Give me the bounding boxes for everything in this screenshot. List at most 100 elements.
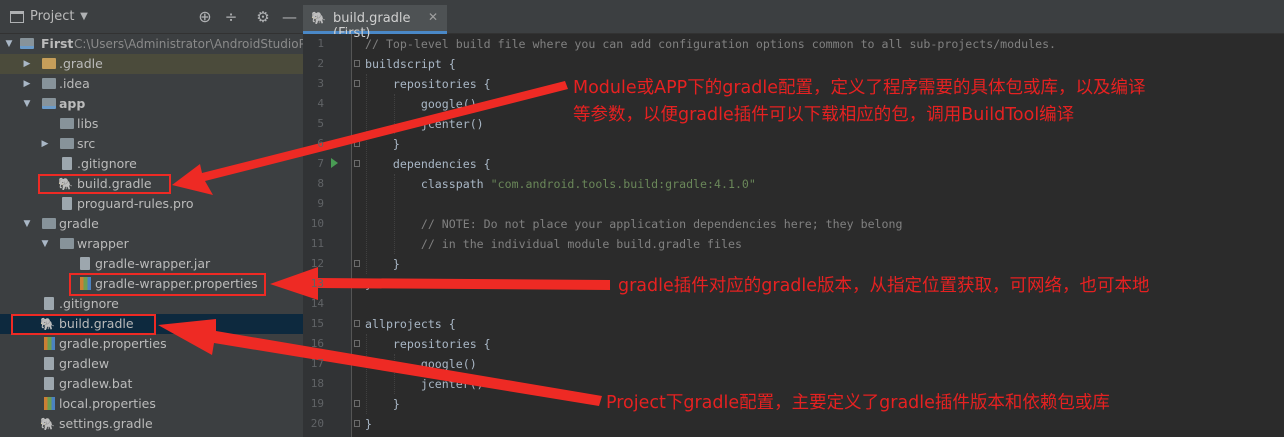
line-number: 19: [310, 397, 324, 410]
file-icon: [44, 357, 54, 370]
line-number: 9: [317, 197, 324, 210]
folder-icon: [42, 58, 56, 69]
close-icon[interactable]: ✕: [428, 10, 438, 24]
tree-item-label: app: [59, 96, 86, 111]
tree-item-settings-gradle[interactable]: 🐘 settings.gradle: [0, 414, 303, 434]
properties-file-icon: [44, 397, 55, 410]
fold-marker-icon[interactable]: [354, 340, 360, 347]
code-line[interactable]: }: [365, 394, 400, 414]
fold-marker-icon[interactable]: [354, 60, 360, 67]
gear-icon[interactable]: ⚙: [256, 10, 270, 25]
chevron-down-icon[interactable]: ▼: [22, 214, 32, 234]
chevron-down-icon[interactable]: ▼: [22, 94, 32, 114]
project-panel-header: Project ▼ ⊕ ÷ ⚙ —: [0, 0, 303, 34]
gradle-elephant-icon: 🐘: [311, 11, 326, 25]
tree-item-src[interactable]: ▶ src: [0, 134, 303, 154]
tree-item-path: C:\Users\Administrator\AndroidStudioP: [74, 37, 303, 51]
tree-item-gradlew[interactable]: gradlew: [0, 354, 303, 374]
line-number: 15: [310, 317, 324, 330]
tree-item-dot-gradle[interactable]: ▶ .gradle: [0, 54, 303, 74]
tree-item-label: .gitignore: [59, 296, 119, 311]
folder-icon: [60, 238, 74, 249]
tree-item-libs[interactable]: libs: [0, 114, 303, 134]
line-number: 18: [310, 377, 324, 390]
line-number: 5: [317, 117, 324, 130]
target-icon[interactable]: ⊕: [198, 9, 212, 25]
code-line[interactable]: }: [365, 274, 372, 294]
fold-marker-icon[interactable]: [354, 160, 360, 167]
chevron-right-icon[interactable]: ▶: [22, 74, 32, 94]
code-line[interactable]: jcenter(): [365, 114, 484, 134]
file-icon: [80, 257, 90, 270]
line-number: 10: [310, 217, 324, 230]
fold-marker-icon[interactable]: [354, 280, 360, 287]
tree-item-gradle-wrapper-jar[interactable]: gradle-wrapper.jar: [0, 254, 303, 274]
code-line[interactable]: }: [365, 414, 372, 434]
tree-item-label: gradlew: [59, 356, 110, 371]
folder-icon: [60, 118, 74, 129]
line-number: 8: [317, 177, 324, 190]
code-line[interactable]: // NOTE: Do not place your application d…: [365, 214, 903, 234]
code-line[interactable]: repositories {: [365, 334, 491, 354]
tree-item-gradle-folder[interactable]: ▼ gradle: [0, 214, 303, 234]
code-line[interactable]: }: [365, 134, 400, 154]
tree-item-root-gitignore[interactable]: .gitignore: [0, 294, 303, 314]
tree-item-app-gitignore[interactable]: .gitignore: [0, 154, 303, 174]
chevron-down-icon[interactable]: ▼: [77, 10, 91, 24]
tree-item-wrapper[interactable]: ▼ wrapper: [0, 234, 303, 254]
code-line[interactable]: google(): [365, 94, 477, 114]
folder-module-icon: [42, 98, 56, 109]
annotation-note-wrapper-properties: gradle插件对应的gradle版本，从指定位置获取，可网络，也可本地: [618, 276, 1150, 296]
fold-marker-icon[interactable]: [354, 260, 360, 267]
project-view-icon[interactable]: [10, 11, 24, 23]
line-number: 7: [317, 157, 324, 170]
fold-marker-icon[interactable]: [354, 80, 360, 87]
tree-item-label: gradlew.bat: [59, 376, 133, 391]
tree-item-local-properties[interactable]: local.properties: [0, 394, 303, 414]
tree-item-label: src: [77, 136, 96, 151]
line-number: 20: [310, 417, 324, 430]
fold-marker-icon[interactable]: [354, 140, 360, 147]
tree-item-first[interactable]: ▼ First C:\Users\Administrator\AndroidSt…: [0, 34, 303, 54]
chevron-right-icon[interactable]: ▶: [40, 134, 50, 154]
line-number: 6: [317, 137, 324, 150]
minimize-icon[interactable]: —: [282, 10, 297, 25]
code-line[interactable]: // Top-level build file where you can ad…: [365, 34, 1056, 54]
tree-item-label: .gitignore: [77, 156, 137, 171]
tree-item-app[interactable]: ▼ app: [0, 94, 303, 114]
code-line[interactable]: classpath "com.android.tools.build:gradl…: [365, 174, 756, 194]
code-line[interactable]: // in the individual module build.gradle…: [365, 234, 742, 254]
tree-item-gradlew-bat[interactable]: gradlew.bat: [0, 374, 303, 394]
line-number: 11: [310, 237, 324, 250]
annotation-note-project-gradle: Project下gradle配置，主要定义了gradle插件版本和依赖包或库: [606, 393, 1110, 413]
collapse-icon[interactable]: ÷: [224, 10, 238, 25]
code-line[interactable]: }: [365, 254, 400, 274]
gitignore-file-icon: [62, 157, 72, 170]
gitignore-file-icon: [44, 297, 54, 310]
tree-item-gradle-properties[interactable]: gradle.properties: [0, 334, 303, 354]
chevron-down-icon[interactable]: ▼: [40, 234, 50, 254]
tab-build-gradle-first[interactable]: 🐘 build.gradle (First) ✕: [303, 5, 447, 41]
code-line[interactable]: dependencies {: [365, 154, 491, 174]
code-line[interactable]: allprojects {: [365, 314, 456, 334]
chevron-right-icon[interactable]: ▶: [22, 54, 32, 74]
tree-item-label: proguard-rules.pro: [77, 196, 194, 211]
tree-item-label: gradle-wrapper.jar: [95, 256, 211, 271]
fold-marker-icon[interactable]: [354, 420, 360, 427]
line-number: 12: [310, 257, 324, 270]
fold-marker-icon[interactable]: [354, 320, 360, 327]
folder-icon: [42, 218, 56, 229]
run-icon[interactable]: [331, 158, 338, 168]
tree-item-proguard-rules[interactable]: proguard-rules.pro: [0, 194, 303, 214]
chevron-down-icon[interactable]: ▼: [4, 34, 14, 54]
code-line[interactable]: jcenter(): [365, 374, 484, 394]
code-line[interactable]: google(): [365, 354, 477, 374]
fold-marker-icon[interactable]: [354, 400, 360, 407]
tree-item-label: settings.gradle: [59, 416, 153, 431]
annotation-note-app-gradle-line2: 等参数，以便gradle插件可以下载相应的包，调用BuildTool编译: [573, 105, 1075, 125]
tree-item-idea[interactable]: ▶ .idea: [0, 74, 303, 94]
code-line[interactable]: buildscript {: [365, 54, 456, 74]
line-number: 17: [310, 357, 324, 370]
code-line[interactable]: repositories {: [365, 74, 491, 94]
project-panel-title[interactable]: Project: [30, 9, 74, 24]
